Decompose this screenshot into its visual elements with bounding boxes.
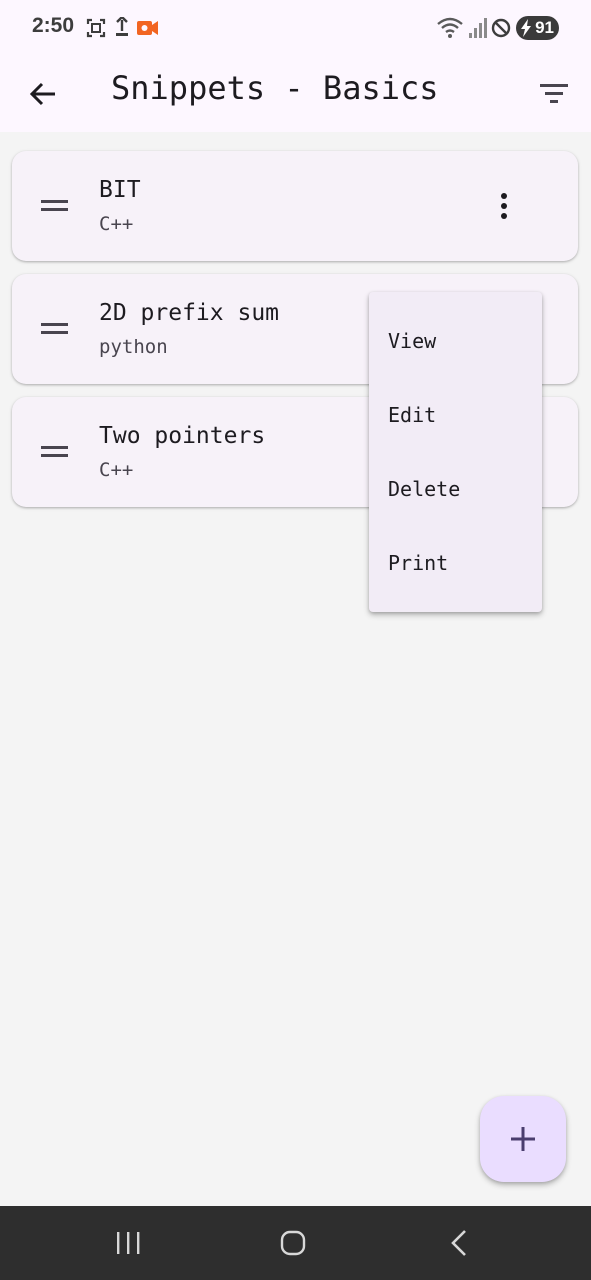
context-menu: View Edit Delete Print [369, 292, 542, 612]
snippet-card[interactable]: BIT C++ [12, 151, 578, 261]
do-not-disturb-icon [491, 18, 511, 38]
download-icon [116, 15, 128, 36]
snippet-title: 2D prefix sum [99, 300, 280, 326]
snippet-title: Two pointers [99, 423, 266, 449]
more-vert-icon [501, 193, 507, 219]
more-options-button[interactable] [488, 184, 520, 228]
menu-item-view[interactable]: View [369, 304, 542, 378]
home-icon [280, 1230, 306, 1256]
battery-level: 91 [535, 18, 554, 37]
system-nav-bar [0, 1206, 591, 1280]
home-button[interactable] [269, 1221, 317, 1265]
status-time: 2:50 [32, 14, 75, 37]
drag-handle-icon[interactable] [40, 321, 70, 337]
recent-apps-icon [117, 1232, 140, 1254]
arrow-back-icon [29, 82, 55, 106]
menu-item-edit[interactable]: Edit [369, 378, 542, 452]
battery-indicator: 91 [516, 16, 559, 40]
snippet-language: C++ [99, 213, 134, 235]
battery-charging-icon [521, 19, 531, 37]
drag-handle-icon[interactable] [40, 444, 70, 460]
menu-item-delete[interactable]: Delete [369, 452, 542, 526]
back-icon [451, 1230, 466, 1256]
wifi-icon [437, 17, 463, 38]
nav-back-button[interactable] [434, 1221, 482, 1265]
status-notification-icons [86, 15, 166, 39]
menu-item-print[interactable]: Print [369, 526, 542, 600]
filter-icon [540, 84, 568, 103]
add-snippet-button[interactable] [480, 1096, 566, 1182]
screenshot-icon [86, 18, 106, 38]
snippet-language: C++ [99, 459, 134, 481]
recent-apps-button[interactable] [104, 1221, 152, 1265]
plus-icon [511, 1127, 535, 1151]
signal-icon [469, 18, 487, 38]
status-system-icons [436, 15, 516, 41]
filter-button[interactable] [532, 72, 576, 116]
status-bar: 2:50 91 [0, 0, 591, 58]
app-bar: Snippets - Basics [0, 58, 591, 132]
drag-handle-icon[interactable] [40, 198, 70, 214]
snippet-language: python [99, 336, 168, 358]
back-button[interactable] [22, 72, 66, 116]
page-title: Snippets - Basics [111, 69, 439, 107]
snippet-title: BIT [99, 177, 141, 203]
screen-record-icon [137, 21, 158, 35]
